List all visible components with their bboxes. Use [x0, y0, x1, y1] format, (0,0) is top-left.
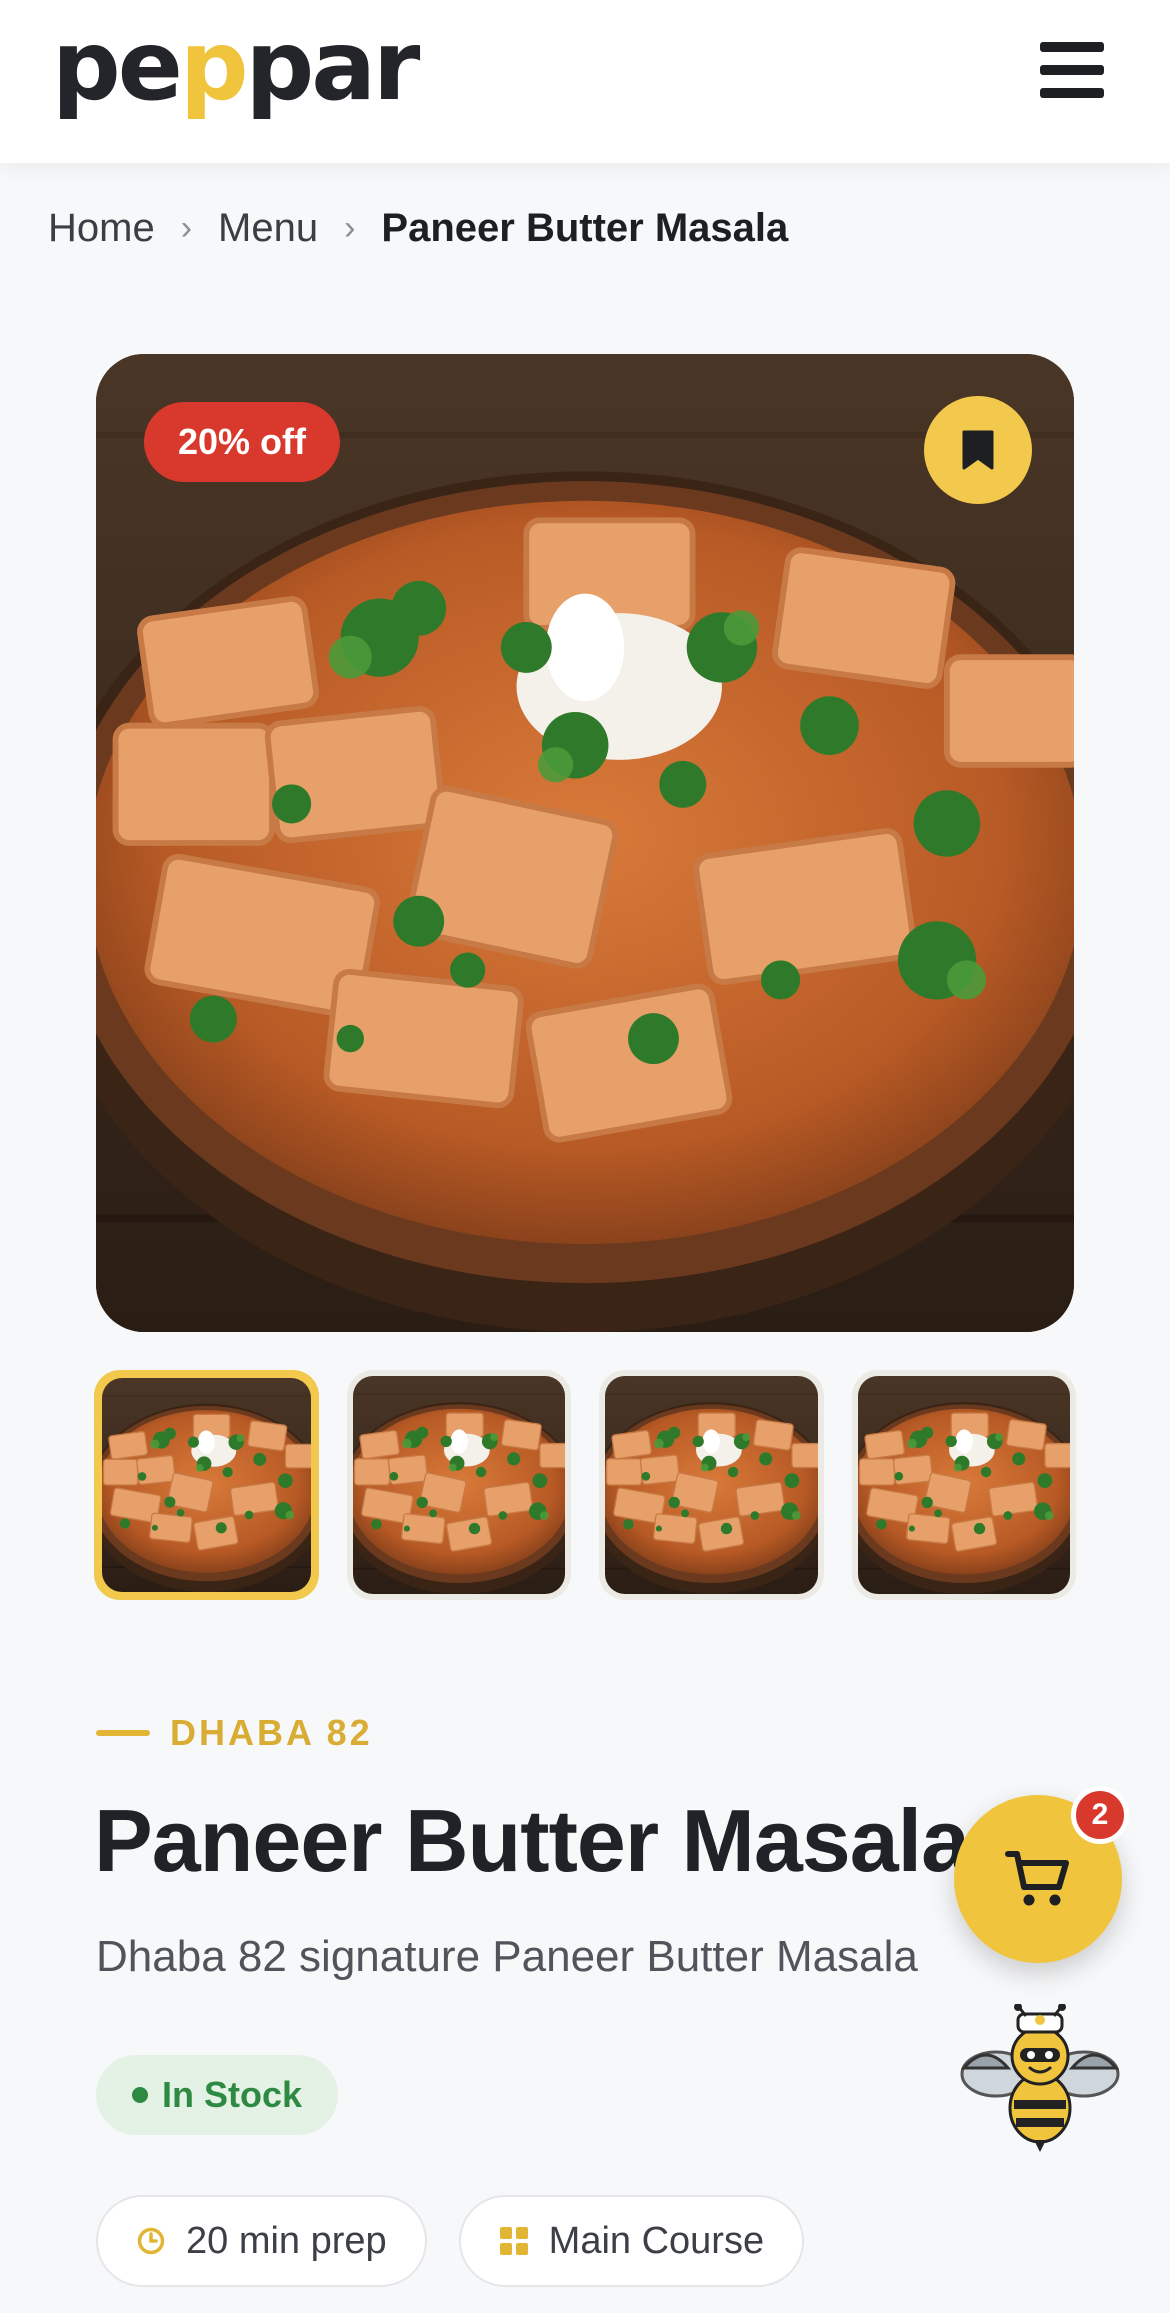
thumbnail-4[interactable] — [851, 1370, 1076, 1600]
prep-time-label: 20 min prep — [186, 2219, 387, 2262]
category-chip: Main Course — [458, 2195, 805, 2287]
chevron-right-icon: › — [344, 208, 356, 247]
cart-count-badge: 2 — [1071, 1786, 1129, 1844]
breadcrumb-menu[interactable]: Menu — [218, 206, 318, 251]
thumbnail-image — [353, 1376, 566, 1594]
discount-badge: 20% off — [144, 402, 341, 482]
breadcrumb: Home › Menu › Paneer Butter Masala — [48, 203, 788, 253]
stock-status-label: In Stock — [162, 2074, 303, 2115]
thumbnail-3[interactable] — [599, 1370, 824, 1600]
prep-time-chip: 20 min prep — [96, 2195, 427, 2287]
thumbnail-image — [102, 1378, 311, 1592]
product-title: Paneer Butter Masala — [94, 1791, 970, 1890]
dish-photo — [96, 354, 1074, 1332]
grid-icon — [499, 2226, 529, 2256]
product-meta-chips: 20 min prep Main Course — [96, 2195, 805, 2287]
shopping-cart-icon — [1005, 1851, 1069, 1906]
category-label: Main Course — [548, 2219, 765, 2262]
brand-logo[interactable]: peppar — [52, 18, 420, 114]
accent-line — [96, 1730, 150, 1736]
breadcrumb-current: Paneer Butter Masala — [381, 205, 789, 250]
site-header: peppar — [0, 0, 1170, 163]
restaurant-name[interactable]: DHABA 82 — [170, 1712, 373, 1754]
status-dot-icon — [132, 2087, 148, 2103]
clock-icon — [136, 2226, 166, 2256]
restaurant-label: DHABA 82 — [96, 1712, 373, 1754]
chevron-right-icon: › — [180, 208, 193, 247]
product-description: Dhaba 82 signature Paneer Butter Masala — [96, 1932, 918, 1981]
hamburger-menu-icon[interactable] — [1040, 42, 1104, 98]
product-main-image: 20% off — [96, 354, 1074, 1332]
bookmark-icon — [962, 430, 994, 470]
bookmark-button[interactable] — [924, 396, 1032, 504]
thumbnail-image — [605, 1376, 818, 1594]
thumbnail-1[interactable] — [94, 1370, 319, 1600]
thumbnail-image — [858, 1376, 1071, 1594]
breadcrumb-home[interactable]: Home — [48, 206, 155, 251]
thumbnail-gallery — [94, 1370, 1076, 1600]
bee-chef-mascot-icon[interactable] — [956, 2003, 1124, 2152]
thumbnail-2[interactable] — [346, 1370, 571, 1600]
stock-status-badge: In Stock — [96, 2055, 339, 2135]
